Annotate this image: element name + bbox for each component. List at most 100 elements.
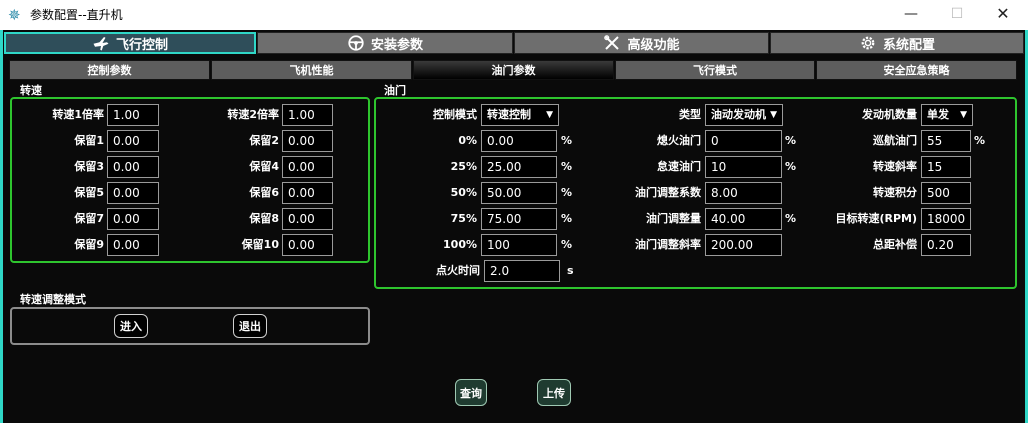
throttle-adjust-slope-input[interactable]: 200.00 xyxy=(705,234,782,256)
app-gear-icon: ✵ xyxy=(8,6,21,24)
speed-input[interactable]: 0.00 xyxy=(282,208,333,230)
minimize-button[interactable]: — xyxy=(888,3,934,27)
speed-adjust-group xyxy=(10,307,370,345)
speed-label: 保留1 xyxy=(74,134,104,147)
control-mode-label: 控制模式 xyxy=(433,108,477,121)
target-rpm-input[interactable]: 18000 xyxy=(921,208,971,230)
cruise-throttle-input[interactable]: 55 xyxy=(921,130,971,152)
throttle-curve-label: 0% xyxy=(458,134,477,147)
throttle-section-title: 油门 xyxy=(384,84,406,97)
speed-input[interactable]: 0.00 xyxy=(282,156,333,178)
throttle-adjust-amount-label: 油门调整量 xyxy=(646,212,701,225)
chevron-down-icon: ▼ xyxy=(546,110,553,120)
unit-percent: % xyxy=(974,134,986,147)
collective-comp-label: 总距补偿 xyxy=(873,238,917,251)
speed-label: 保留5 xyxy=(74,186,104,199)
control-mode-select[interactable]: 转速控制 ▼ xyxy=(481,104,559,126)
speed-label: 保留2 xyxy=(249,134,279,147)
speed-label: 保留7 xyxy=(74,212,104,225)
tab-install-params[interactable]: 安装参数 xyxy=(257,32,513,54)
subtab-emergency-strategy[interactable]: 安全应急策略 xyxy=(816,60,1017,80)
speed-label: 保留4 xyxy=(249,160,279,173)
tab-flight-control[interactable]: 飞行控制 xyxy=(4,32,256,54)
unit-percent: % xyxy=(561,238,573,251)
upload-button[interactable]: 上传 xyxy=(537,379,571,406)
speed-input[interactable]: 0.00 xyxy=(107,234,159,256)
throttle-curve-label: 100% xyxy=(443,238,477,251)
speed-input[interactable]: 0.00 xyxy=(282,130,333,152)
speed-input[interactable]: 0.00 xyxy=(107,208,159,230)
throttle-adjust-amount-input[interactable]: 40.00 xyxy=(705,208,782,230)
throttle-curve-label: 25% xyxy=(450,160,477,173)
speed-label: 转速1倍率 xyxy=(52,108,104,121)
engine-type-value: 油动发动机 xyxy=(711,108,766,121)
rpm-integral-input[interactable]: 500 xyxy=(921,182,971,204)
gear-icon xyxy=(861,36,875,50)
speed-label: 保留10 xyxy=(241,238,279,251)
throttle-adjust-coef-input[interactable]: 8.00 xyxy=(705,182,782,204)
tab-label: 高级功能 xyxy=(627,37,680,53)
chevron-down-icon: ▼ xyxy=(770,110,777,120)
throttle-curve-input[interactable]: 100 xyxy=(481,234,557,256)
subtab-control-params[interactable]: 控制参数 xyxy=(9,60,210,80)
rpm-slope-label: 转速斜率 xyxy=(873,160,917,173)
speed-label: 转速2倍率 xyxy=(227,108,279,121)
collective-comp-input[interactable]: 0.20 xyxy=(921,234,971,256)
tab-label: 飞行控制 xyxy=(115,37,168,53)
speed-input[interactable]: 1.00 xyxy=(282,104,333,126)
speed-input[interactable]: 0.00 xyxy=(107,130,159,152)
unit-percent: % xyxy=(561,212,573,225)
subtab-aircraft-performance[interactable]: 飞机性能 xyxy=(211,60,412,80)
idle-throttle-label: 怠速油门 xyxy=(657,160,701,173)
title-bar: ✵ 参数配置--直升机 — ☐ ✕ xyxy=(0,0,1028,30)
speed-label: 保留6 xyxy=(249,186,279,199)
speed-input[interactable]: 0.00 xyxy=(107,182,159,204)
engine-count-label: 发动机数量 xyxy=(862,108,917,121)
unit-percent: % xyxy=(785,134,797,147)
rpm-slope-input[interactable]: 15 xyxy=(921,156,971,178)
speed-input[interactable]: 0.00 xyxy=(107,156,159,178)
tab-label: 安装参数 xyxy=(370,37,423,53)
plane-icon xyxy=(93,37,109,51)
throttle-adjust-slope-label: 油门调整斜率 xyxy=(635,238,701,251)
throttle-curve-input[interactable]: 50.00 xyxy=(481,182,557,204)
maximize-button[interactable]: ☐ xyxy=(934,3,980,27)
engine-count-value: 单发 xyxy=(927,108,949,121)
cutoff-throttle-label: 熄火油门 xyxy=(657,134,701,147)
unit-percent: % xyxy=(561,186,573,199)
sub-tab-bar: 控制参数 飞机性能 油门参数 飞行模式 安全应急策略 xyxy=(9,60,1017,80)
tab-advanced[interactable]: 高级功能 xyxy=(514,32,769,54)
idle-throttle-input[interactable]: 10 xyxy=(705,156,782,178)
throttle-curve-label: 75% xyxy=(450,212,477,225)
unit-percent: % xyxy=(785,212,797,225)
throttle-curve-input[interactable]: 0.00 xyxy=(481,130,557,152)
unit-percent: % xyxy=(785,160,797,173)
throttle-curve-input[interactable]: 75.00 xyxy=(481,208,557,230)
speed-input[interactable]: 1.00 xyxy=(107,104,159,126)
steering-wheel-icon xyxy=(348,35,364,51)
close-button[interactable]: ✕ xyxy=(980,3,1026,27)
throttle-curve-input[interactable]: 25.00 xyxy=(481,156,557,178)
speed-input[interactable]: 0.00 xyxy=(282,234,333,256)
target-rpm-label: 目标转速(RPM) xyxy=(835,212,917,225)
speed-section-title: 转速 xyxy=(20,84,42,97)
speed-label: 保留3 xyxy=(74,160,104,173)
subtab-throttle-params[interactable]: 油门参数 xyxy=(413,60,614,80)
tab-system-config[interactable]: 系统配置 xyxy=(770,32,1024,54)
tools-icon xyxy=(604,35,620,50)
query-button[interactable]: 查询 xyxy=(455,379,487,406)
cruise-throttle-label: 巡航油门 xyxy=(873,134,917,147)
throttle-curve-label: 50% xyxy=(450,186,477,199)
cutoff-throttle-input[interactable]: 0 xyxy=(705,130,782,152)
subtab-flight-mode[interactable]: 飞行模式 xyxy=(615,60,815,80)
speed-input[interactable]: 0.00 xyxy=(282,182,333,204)
engine-type-select[interactable]: 油动发动机 ▼ xyxy=(705,104,783,126)
engine-type-label: 类型 xyxy=(679,108,701,121)
chevron-down-icon: ▼ xyxy=(960,110,967,120)
tab-label: 系统配置 xyxy=(882,37,935,53)
engine-count-select[interactable]: 单发 ▼ xyxy=(921,104,973,126)
unit-percent: % xyxy=(561,160,573,173)
enter-button[interactable]: 进入 xyxy=(114,314,148,338)
exit-button[interactable]: 退出 xyxy=(233,314,267,338)
ignition-time-input[interactable]: 2.0 xyxy=(484,260,560,282)
